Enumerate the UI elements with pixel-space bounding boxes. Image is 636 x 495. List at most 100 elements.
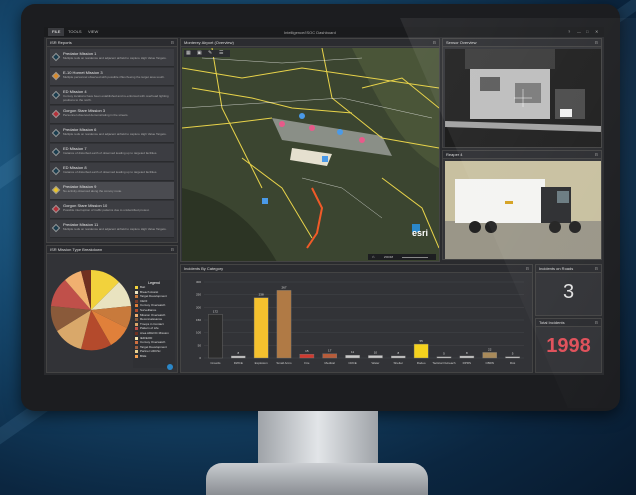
report-description: Instance of disturbed earth of observed … <box>63 170 158 174</box>
bar[interactable] <box>482 352 497 359</box>
panel-menu-icon[interactable]: ⊟ <box>595 265 598 273</box>
category-label: Water <box>371 361 379 365</box>
panel-header: Monterey Airport (Overview) ⊟ <box>181 39 439 47</box>
bar[interactable] <box>208 314 223 359</box>
panel-header: Sensor Overview ⊟ <box>443 39 601 47</box>
bar-value-label: 10 <box>374 350 378 354</box>
bar[interactable] <box>231 355 246 359</box>
report-item[interactable]: ED Mission 7 Instance of disturbed earth … <box>50 144 174 162</box>
mission-type-panel: ISR Mission Type Breakdown ⊟ Legend Bait B… <box>46 245 178 373</box>
legend-items: Bait Breach Assist Target Development CEOI C… <box>133 285 175 359</box>
legend-swatch <box>135 345 138 349</box>
bar[interactable] <box>505 356 520 359</box>
legend-label: Area ADHOC Mission <box>140 330 169 335</box>
basemap-icon[interactable]: ▣ <box>197 50 202 56</box>
list-icon[interactable]: ☰ <box>219 50 223 56</box>
panel-menu-icon[interactable]: ⊟ <box>433 39 436 47</box>
category-label: Medical <box>325 361 336 365</box>
bar[interactable] <box>459 355 475 359</box>
monitor-stand-neck <box>258 411 378 467</box>
tab-view[interactable]: VIEW <box>88 29 98 34</box>
report-item[interactable]: ED Mission 4 Convoy locations have been e… <box>50 87 174 105</box>
legend-swatch <box>135 331 138 335</box>
report-description: Multiple reds on residence and adjacent … <box>63 132 167 136</box>
bar-value-label: 11 <box>351 350 354 354</box>
panel-menu-icon[interactable]: ⊟ <box>595 39 598 47</box>
thermal-feed <box>445 49 601 147</box>
map-marker[interactable] <box>262 198 268 204</box>
tab-tools[interactable]: TOOLS <box>68 29 82 34</box>
bar[interactable] <box>253 297 269 359</box>
report-item[interactable]: Predator Mission 9 No activity observed a… <box>50 182 174 200</box>
minimize-icon[interactable]: — <box>577 29 581 34</box>
bar[interactable] <box>276 290 292 359</box>
panel-menu-icon[interactable]: ⊟ <box>595 319 598 327</box>
bar-value-label: 55 <box>419 339 423 343</box>
y-tick-label: 150 <box>196 318 201 322</box>
draw-icon[interactable]: ✎ <box>208 50 212 56</box>
add-icon[interactable] <box>167 364 173 370</box>
category-label: Explosion <box>255 361 268 365</box>
report-description: Possible interruption of traffic pattern… <box>63 208 150 212</box>
map-marker[interactable] <box>337 129 343 135</box>
diamond-icon <box>51 71 61 81</box>
app-title: Intelligence/ISOC Dashboard <box>284 30 336 35</box>
bar[interactable] <box>368 355 383 359</box>
panel-title: Incidents on Roads <box>539 266 574 271</box>
layers-icon[interactable]: ▦ <box>186 50 191 56</box>
panel-menu-icon[interactable]: ⊟ <box>171 39 174 47</box>
panel-header: Incidents on Roads ⊟ <box>536 265 601 273</box>
isr-reports-panel: ISR Reports ⊟ Predator Mission 1 Multiple … <box>46 38 178 243</box>
panel-title: Monterey Airport (Overview) <box>184 40 234 45</box>
legend-item: BGE <box>133 354 175 359</box>
zoom-bar[interactable]: ⌂ ZOOM <box>368 254 436 260</box>
close-icon[interactable]: ✕ <box>595 29 598 34</box>
bar[interactable] <box>390 355 406 359</box>
map-imagery <box>182 48 439 261</box>
bar-value-label: 5 <box>443 352 445 356</box>
category-label: Crowds <box>210 361 221 365</box>
panel-menu-icon[interactable]: ⊟ <box>595 151 598 159</box>
map-marker[interactable] <box>322 156 328 162</box>
legend-label: Target Development <box>140 294 167 299</box>
legend-label: CEOI <box>140 298 148 303</box>
diamond-icon <box>51 128 61 138</box>
map-marker[interactable] <box>279 121 285 127</box>
map-view[interactable]: ▦ ▣ ✎ ☰ esri ⌂ ZOOM <box>182 48 439 261</box>
report-description: Multiple reds on residence and adjacent … <box>63 227 167 231</box>
bar[interactable] <box>345 355 360 359</box>
report-item[interactable]: Predator Mission 11 Multiple reds on resi… <box>50 220 174 238</box>
panel-menu-icon[interactable]: ⊟ <box>171 246 174 254</box>
bar-value-label: 5 <box>512 352 514 356</box>
diamond-icon <box>51 109 61 119</box>
home-icon[interactable]: ⌂ <box>372 254 374 259</box>
panel-title: ISR Mission Type Breakdown <box>50 247 103 252</box>
panel-menu-icon[interactable]: ⊟ <box>526 265 529 273</box>
zoom-slider[interactable] <box>402 257 428 258</box>
map-marker[interactable] <box>299 113 305 119</box>
map-marker[interactable] <box>309 125 315 131</box>
bar[interactable] <box>413 343 429 359</box>
report-item[interactable]: Predator Mission 1 Multiple reds on resid… <box>50 49 174 67</box>
map-marker[interactable] <box>359 137 365 143</box>
bar[interactable] <box>299 353 315 359</box>
panel-header: Incidents By Category ⊟ <box>181 265 532 273</box>
report-item[interactable]: Gorgon Stare Mission 3 Personnel observed… <box>50 106 174 124</box>
maximize-icon[interactable]: □ <box>586 29 588 34</box>
map-toolbar[interactable]: ▦ ▣ ✎ ☰ <box>184 50 230 57</box>
report-item[interactable]: ED Mission 8 Instance of disturbed earth … <box>50 163 174 181</box>
legend-label: Partner HDCSc <box>140 349 161 354</box>
bar[interactable] <box>322 353 337 359</box>
zoom-label: ZOOM <box>384 255 393 259</box>
panel-title: Total Incidents <box>539 320 565 325</box>
report-item[interactable]: Gorgon Stare Mission 10 Possible interrup… <box>50 201 174 219</box>
help-icon[interactable]: ? <box>568 29 570 34</box>
tab-file[interactable]: FILE <box>48 28 65 36</box>
legend-swatch <box>135 350 138 354</box>
report-item[interactable]: E-10 Hornet Mission 3 Multiple personnel … <box>50 68 174 86</box>
report-item[interactable]: Predator Mission 6 Multiple reds on resid… <box>50 125 174 143</box>
category-label: Riot <box>510 361 516 365</box>
legend-label: Convoy Overwatch <box>140 340 166 345</box>
category-label: RPRS <box>463 361 471 365</box>
bar[interactable] <box>436 356 452 359</box>
